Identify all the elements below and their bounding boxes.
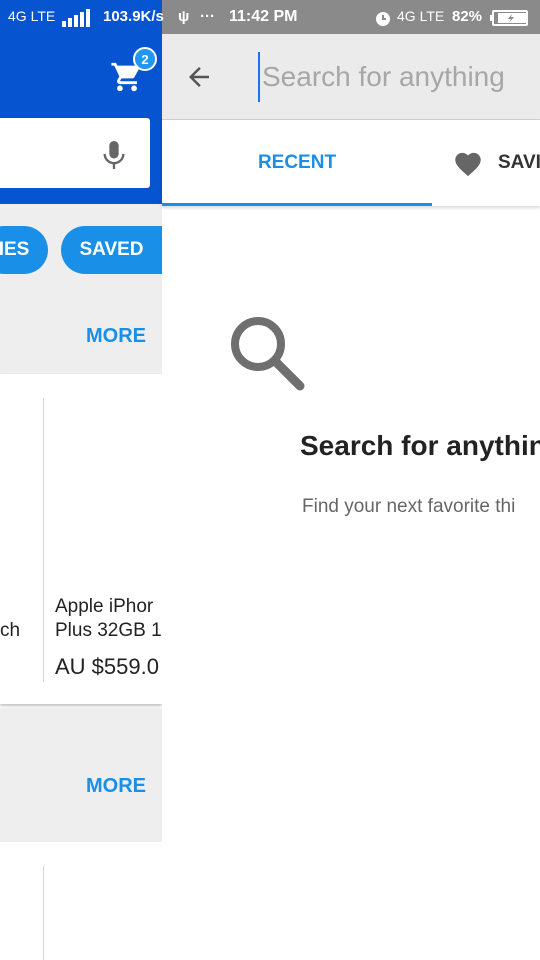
alarm-icon [374,9,392,31]
network-indicator-left: 4G LTE [8,8,56,24]
product-title-line2[interactable]: Plus 32GB 1 [55,620,162,642]
search-tabs: RECENT SAVI [162,120,540,206]
search-toolbar [162,34,540,120]
tab-saved-label: SAVI [498,152,540,173]
heart-icon [455,152,481,177]
network-speed: 103.9K/s [103,8,164,25]
battery-level: 82% [452,8,483,25]
search-icon [226,312,308,394]
saved-chip[interactable]: SAVED [61,226,162,274]
search-input[interactable] [258,52,540,102]
product-title-partial[interactable]: ch [0,620,40,642]
battery-icon [490,10,530,30]
more-link-1[interactable]: MORE [86,325,146,348]
back-arrow-icon[interactable] [184,62,214,92]
empty-state-title: Search for anythin [300,430,540,461]
tab-recent[interactable]: RECENT [162,120,432,206]
clock: 11:42 PM [229,8,298,25]
product-title-line1[interactable]: Apple iPhor [55,596,162,618]
tab-indicator [162,203,432,206]
card-divider [43,398,44,682]
card-divider-2 [43,866,44,960]
empty-state-subtitle: Find your next favorite thi [302,496,516,517]
status-bar: 4G LTE 103.9K/s ψ ··· 11:42 PM 4G LTE 82… [0,0,540,34]
network-indicator-right: 4G LTE [397,8,445,24]
cart-badge: 2 [133,47,157,71]
usb-icon: ψ [178,8,190,25]
more-link-2[interactable]: MORE [86,775,146,798]
more-notifications-icon: ··· [200,8,215,25]
categories-chip[interactable]: IES [0,226,48,274]
signal-icon [62,9,92,31]
mic-icon[interactable] [100,138,128,172]
tab-saved[interactable]: SAVI [452,120,540,206]
tab-recent-label: RECENT [257,152,337,173]
product-price: AU $559.0 [55,654,159,679]
